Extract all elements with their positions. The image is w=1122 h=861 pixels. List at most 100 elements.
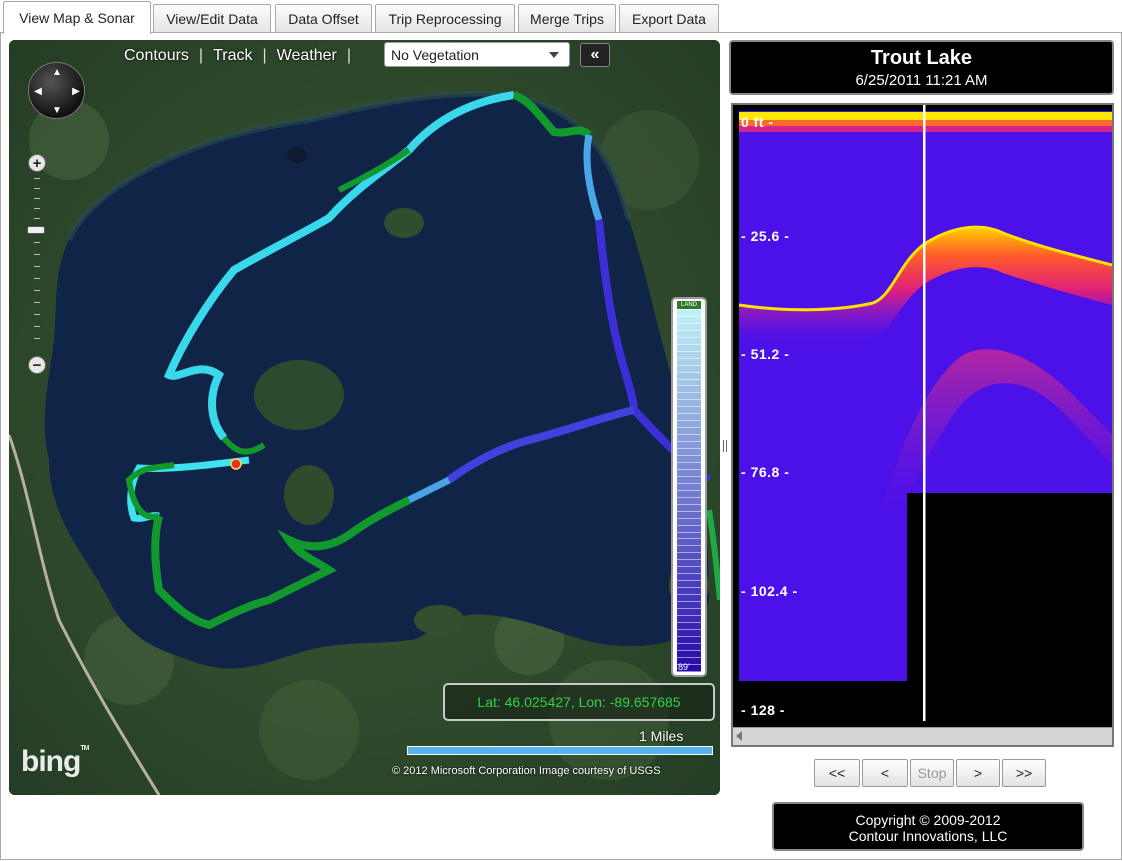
scale-label: 1 Miles — [639, 728, 684, 744]
legend-color-step — [677, 414, 701, 422]
legend-color-step — [677, 560, 701, 568]
trip-datetime: 6/25/2011 11:21 AM — [855, 72, 988, 89]
legend-color-step — [677, 442, 701, 450]
legend-color-step — [677, 462, 701, 470]
legend-color-step — [677, 323, 701, 331]
tab-view-map-sonar[interactable]: View Map & Sonar — [3, 1, 151, 34]
legend-color-step — [677, 525, 701, 533]
depth-label-4: - 102.4 - — [741, 583, 798, 599]
legend-color-step — [677, 567, 701, 575]
legend-color-step — [677, 595, 701, 603]
track-toggle[interactable]: Track — [206, 47, 259, 65]
legend-color-step — [677, 428, 701, 436]
vegetation-select-value: No Vegetation — [391, 46, 479, 63]
legend-color-step — [677, 532, 701, 540]
legend-color-step — [677, 539, 701, 547]
tab-export-data[interactable]: Export Data — [619, 4, 719, 32]
depth-label-2: - 51.2 - — [741, 346, 790, 362]
toolbar-separator: | — [262, 47, 267, 64]
sonar-image — [733, 105, 1112, 745]
compass-nav-icon[interactable]: ▲ ▼ ◀ ▶ — [28, 62, 85, 119]
legend-color-step — [677, 622, 701, 630]
next-frame-button[interactable]: > — [956, 759, 1000, 787]
legend-color-step — [677, 386, 701, 394]
legend-color-step — [677, 615, 701, 623]
contours-toggle[interactable]: Contours — [117, 47, 196, 65]
panel-splitter[interactable] — [723, 440, 727, 452]
zoom-slider[interactable]: + − — [22, 154, 46, 384]
zoom-out-icon[interactable]: − — [28, 356, 46, 374]
legend-color-step — [677, 351, 701, 359]
first-frame-button[interactable]: << — [814, 759, 860, 787]
sonar-view[interactable]: 0 ft - - 25.6 - - 51.2 - - 76.8 - - 102.… — [731, 103, 1114, 747]
depth-label-0: 0 ft - — [741, 114, 774, 130]
company-name: Contour Innovations, LLC — [848, 828, 1008, 844]
zoom-in-icon[interactable]: + — [28, 154, 46, 172]
zoom-handle[interactable] — [27, 226, 45, 234]
legend-color-ramp — [677, 310, 701, 672]
legend-color-step — [677, 574, 701, 582]
legend-color-step — [677, 469, 701, 477]
depth-label-5: - 128 - — [741, 702, 785, 718]
legend-color-step — [677, 456, 701, 463]
legend-color-step — [677, 490, 701, 498]
satellite-map[interactable]: Contours | Track | Weather | No Vegetati… — [9, 40, 720, 795]
weather-toggle[interactable]: Weather — [270, 47, 344, 65]
depth-label-1: - 25.6 - — [741, 228, 790, 244]
legend-color-step — [677, 546, 701, 554]
app-window: View Map & Sonar View/Edit Data Data Off… — [0, 0, 1122, 861]
coordinate-readout: Lat: 46.025427, Lon: -89.657685 — [443, 683, 715, 721]
legend-color-step — [677, 421, 701, 429]
dropdown-caret-icon — [549, 52, 559, 58]
tab-view-edit-data[interactable]: View/Edit Data — [153, 4, 271, 32]
legend-color-step — [677, 372, 701, 380]
copyright-box: Copyright © 2009-2012 Contour Innovation… — [772, 802, 1084, 851]
legend-color-step — [677, 344, 701, 352]
trip-title-box: Trout Lake 6/25/2011 11:21 AM — [729, 40, 1114, 95]
pan-right-icon[interactable]: ▶ — [69, 84, 83, 98]
scroll-left-icon[interactable] — [736, 731, 742, 741]
legend-color-step — [677, 643, 701, 651]
stop-button[interactable]: Stop — [910, 759, 954, 787]
legend-color-step — [677, 365, 701, 373]
legend-color-step — [677, 337, 701, 345]
last-frame-button[interactable]: >> — [1002, 759, 1046, 787]
vegetation-select[interactable]: No Vegetation — [384, 42, 570, 67]
legend-land-label: LAND — [677, 301, 701, 309]
copyright-line: Copyright © 2009-2012 — [855, 812, 1001, 828]
tab-merge-trips[interactable]: Merge Trips — [518, 4, 616, 32]
legend-color-step — [677, 553, 701, 561]
legend-color-step — [677, 476, 701, 484]
tab-bar: View Map & Sonar View/Edit Data Data Off… — [0, 0, 1122, 34]
legend-color-step — [677, 602, 701, 609]
lake-name: Trout Lake — [870, 47, 973, 69]
sonar-scrollbar[interactable] — [733, 727, 1112, 745]
map-imagery — [9, 40, 720, 795]
legend-color-step — [677, 310, 701, 317]
legend-color-step — [677, 504, 701, 512]
pan-up-icon[interactable]: ▲ — [50, 65, 64, 79]
legend-color-step — [677, 650, 701, 658]
toolbar-separator: | — [346, 47, 351, 64]
bing-logo: bingTM — [21, 745, 89, 778]
previous-frame-button[interactable]: < — [862, 759, 908, 787]
collapse-panel-button[interactable]: « — [580, 43, 610, 67]
tab-data-offset[interactable]: Data Offset — [275, 4, 372, 32]
depth-color-legend: LAND 0' 89' — [671, 297, 707, 677]
legend-color-step — [677, 636, 701, 644]
legend-color-step — [677, 497, 701, 505]
legend-color-step — [677, 316, 701, 324]
legend-color-step — [677, 400, 701, 408]
map-credit: © 2012 Microsoft Corporation Image court… — [392, 765, 661, 777]
pan-down-icon[interactable]: ▼ — [50, 103, 64, 117]
legend-color-step — [677, 435, 701, 443]
legend-max-depth: 89' — [678, 662, 690, 672]
tab-trip-reprocessing[interactable]: Trip Reprocessing — [375, 4, 515, 32]
toolbar-separator: | — [198, 47, 204, 64]
legend-color-step — [677, 629, 701, 637]
legend-color-step — [677, 483, 701, 491]
legend-color-step — [677, 588, 701, 596]
legend-color-step — [677, 511, 701, 519]
depth-label-3: - 76.8 - — [741, 464, 790, 480]
pan-left-icon[interactable]: ◀ — [31, 84, 45, 98]
